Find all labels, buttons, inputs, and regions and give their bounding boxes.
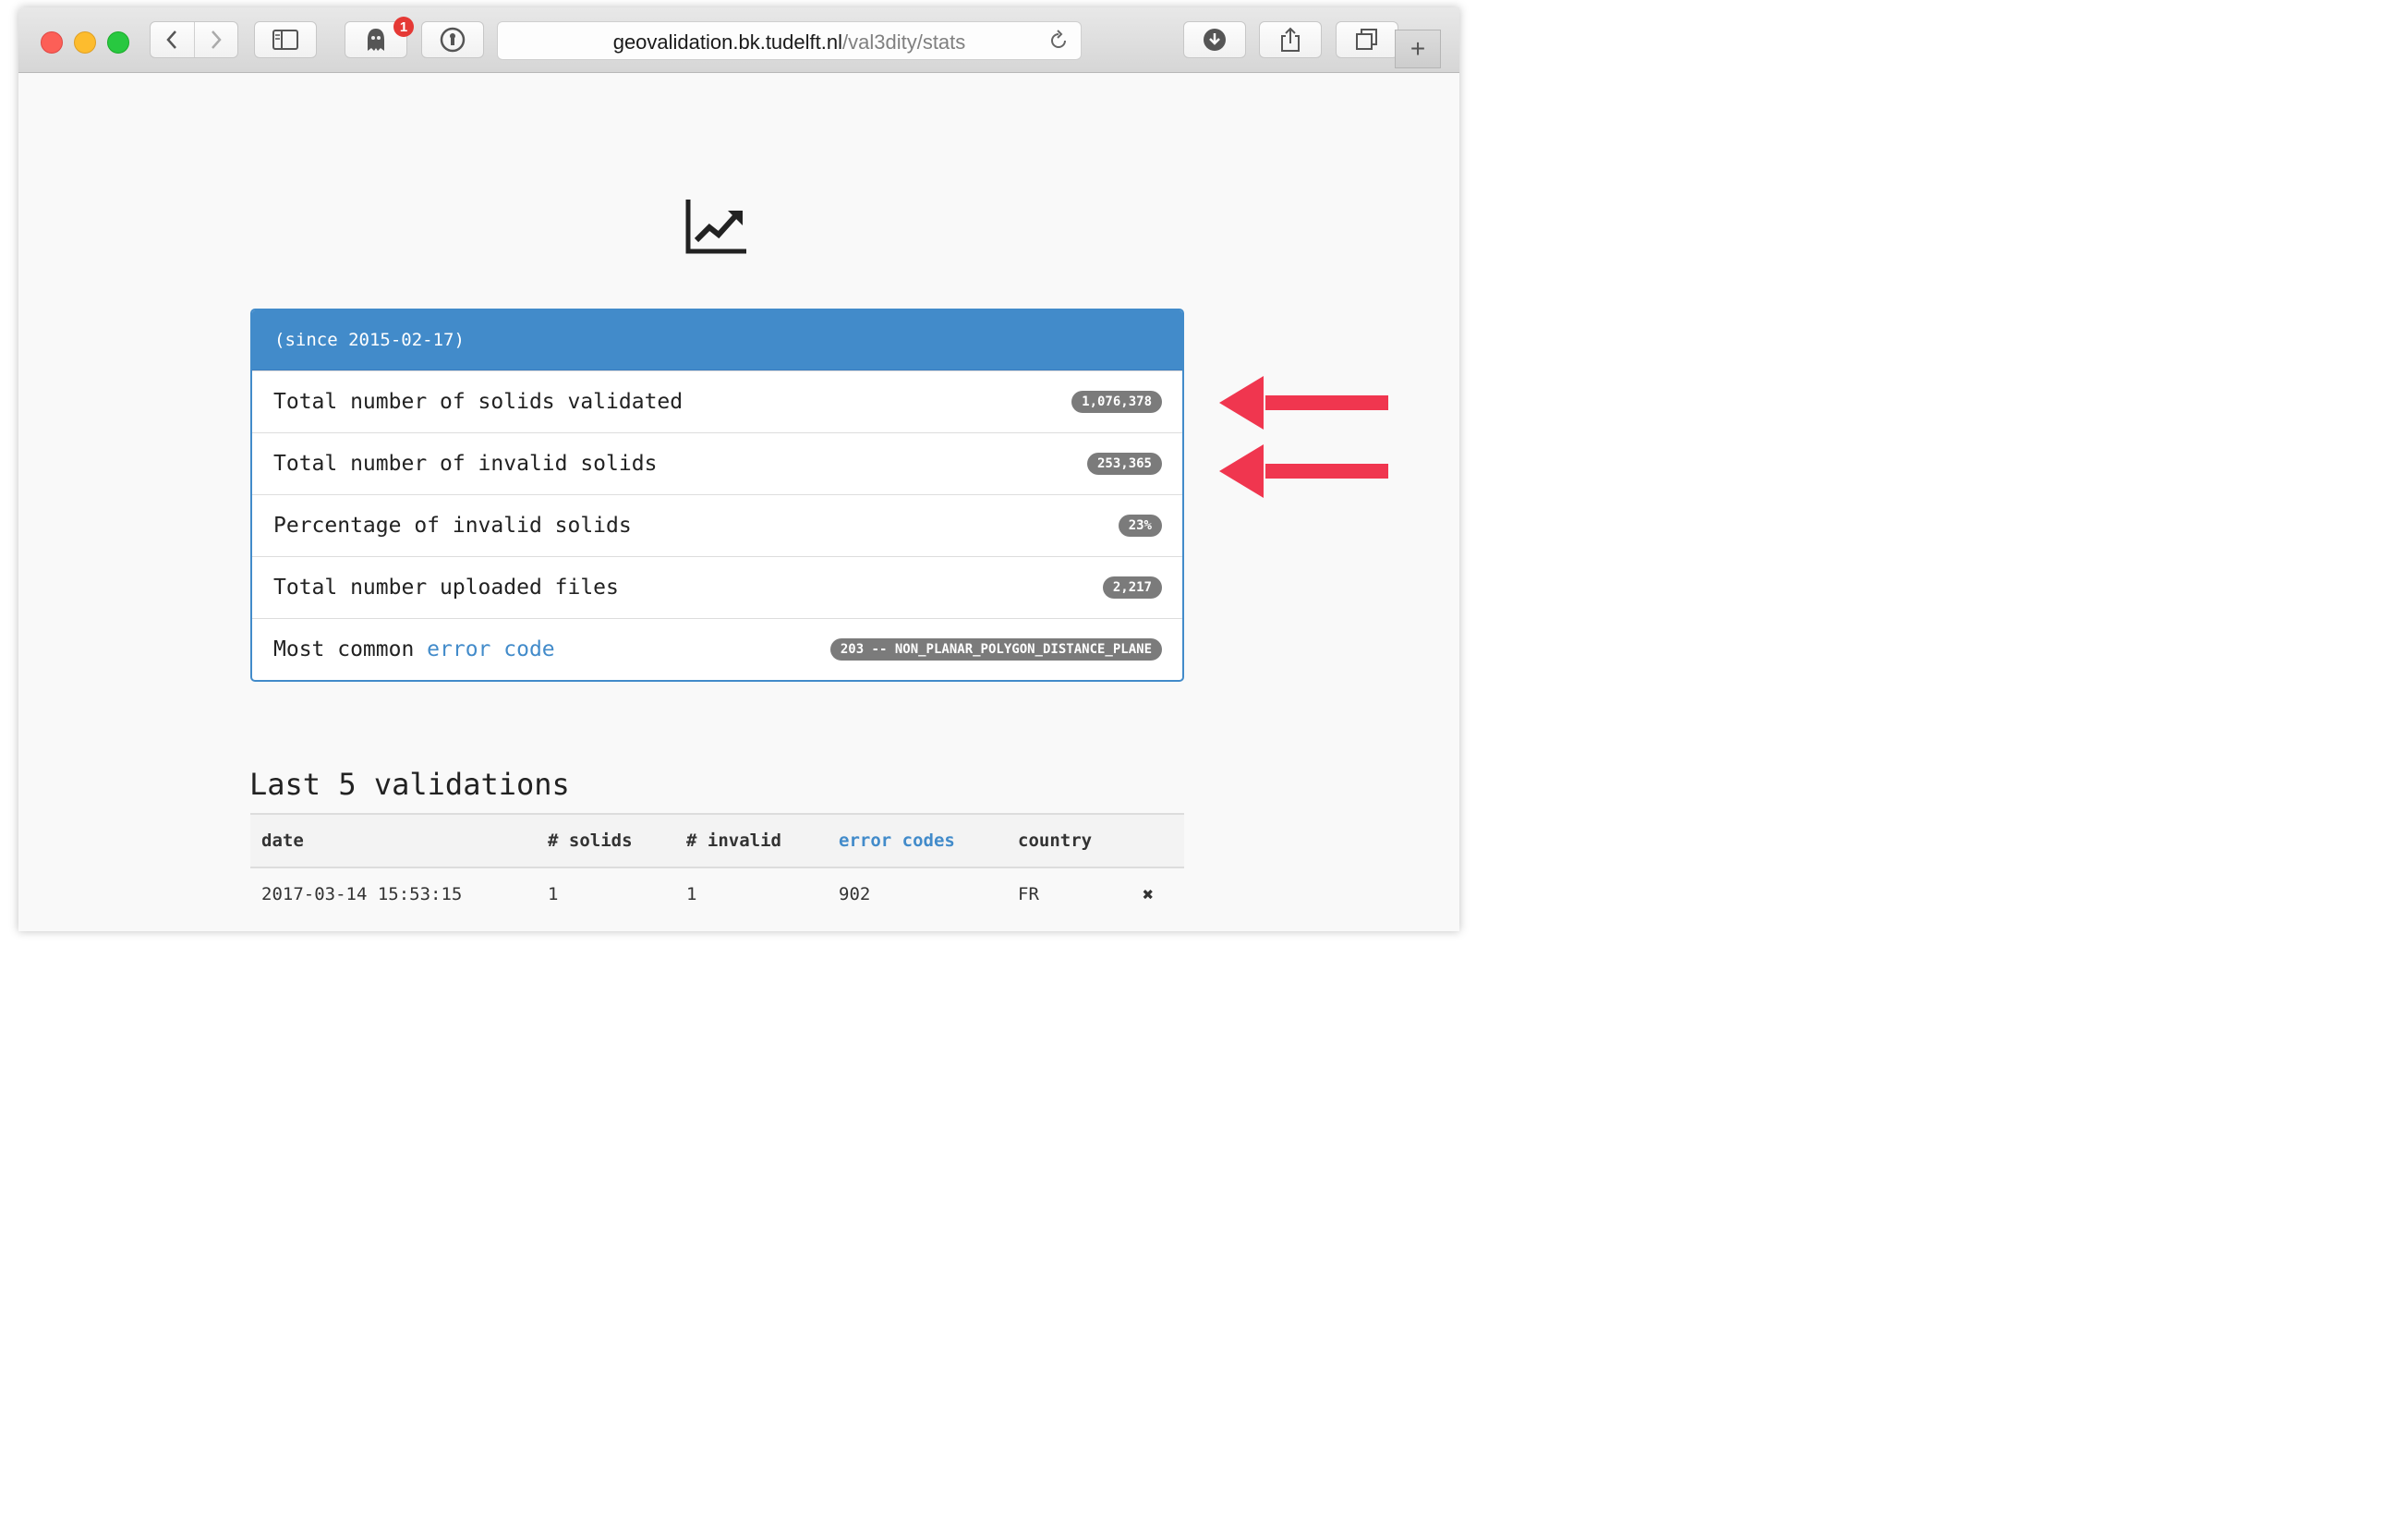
stat-label: Percentage of invalid solids xyxy=(273,514,632,538)
password-manager-button[interactable] xyxy=(421,21,484,58)
stat-row-percentage-invalid: Percentage of invalid solids 23% xyxy=(252,494,1182,556)
stat-badge: 203 -- NON_PLANAR_POLYGON_DISTANCE_PLANE xyxy=(829,638,1162,661)
stat-row-solids-validated: Total number of solids validated 1,076,3… xyxy=(252,370,1182,432)
line-chart-icon xyxy=(685,200,746,254)
statistics-panel: (since 2015-02-17) Total number of solid… xyxy=(250,309,1184,682)
new-tab-button[interactable]: + xyxy=(1395,30,1441,68)
error-code-link[interactable]: error code xyxy=(427,637,554,661)
ghost-icon xyxy=(368,29,384,51)
forward-button[interactable] xyxy=(193,22,238,57)
table-header: date # solids # invalid error codes coun… xyxy=(250,815,1184,868)
stat-row-invalid-solids: Total number of invalid solids 253,365 xyxy=(252,432,1182,494)
cell-error-codes: 902 xyxy=(839,884,871,904)
sidebar-icon xyxy=(272,30,298,50)
reload-icon[interactable] xyxy=(1047,30,1070,52)
status-x-icon: ✖ xyxy=(1143,883,1155,905)
chevron-left-icon xyxy=(166,30,177,49)
error-codes-link[interactable]: error codes xyxy=(839,815,955,867)
annotation-arrow xyxy=(1219,444,1388,498)
back-button[interactable] xyxy=(151,22,194,57)
navigation-buttons xyxy=(150,21,238,58)
tab-overview-button[interactable] xyxy=(1336,21,1398,58)
cell-invalid: 1 xyxy=(686,884,697,904)
column-header-date: date xyxy=(261,831,304,851)
stat-badge: 253,365 xyxy=(1086,453,1162,475)
minimize-window-button[interactable] xyxy=(74,31,96,54)
validations-table: date # solids # invalid error codes coun… xyxy=(250,813,1184,920)
sidebar-toggle-button[interactable] xyxy=(254,21,317,58)
panel-heading: (since 2015-02-17) xyxy=(252,310,1182,370)
chevron-right-icon xyxy=(211,30,222,49)
cell-country: FR xyxy=(1018,884,1039,904)
stat-label: Total number of invalid solids xyxy=(273,452,658,476)
stat-row-uploaded-files: Total number uploaded files 2,217 xyxy=(252,556,1182,618)
stat-label: Total number of solids validated xyxy=(273,390,684,414)
download-icon xyxy=(1204,29,1226,51)
column-header-country: country xyxy=(1018,831,1093,851)
section-title: Last 5 validations xyxy=(249,767,570,802)
stat-badge: 23% xyxy=(1118,515,1162,537)
downloads-button[interactable] xyxy=(1183,21,1246,58)
browser-toolbar: 1 geovalidation.bk.tudelft.nl/val3dity/s… xyxy=(18,7,1459,73)
column-header-invalid: # invalid xyxy=(686,831,781,851)
stat-row-common-error: Most common error code 203 -- NON_PLANAR… xyxy=(252,618,1182,680)
keyhole-icon xyxy=(440,27,466,53)
column-header-solids: # solids xyxy=(548,831,633,851)
share-icon xyxy=(1281,27,1300,52)
address-bar-url: geovalidation.bk.tudelft.nl/val3dity/sta… xyxy=(612,30,966,54)
stat-badge: 2,217 xyxy=(1102,576,1162,599)
close-window-button[interactable] xyxy=(41,31,63,54)
tabs-icon xyxy=(1356,29,1377,50)
table-row: 2017-03-14 15:53:15 1 1 902 FR ✖ xyxy=(250,868,1184,920)
stat-badge: 1,076,378 xyxy=(1071,391,1162,413)
extension-notification-badge: 1 xyxy=(393,17,414,37)
cell-date: 2017-03-14 15:53:15 xyxy=(261,884,463,904)
stat-label: Most common error code xyxy=(273,637,555,661)
share-button[interactable] xyxy=(1259,21,1322,58)
annotation-arrow xyxy=(1219,376,1388,430)
zoom-window-button[interactable] xyxy=(107,31,129,54)
cell-solids: 1 xyxy=(548,884,559,904)
address-bar[interactable]: geovalidation.bk.tudelft.nl/val3dity/sta… xyxy=(497,21,1082,60)
stat-label: Total number uploaded files xyxy=(273,576,619,600)
